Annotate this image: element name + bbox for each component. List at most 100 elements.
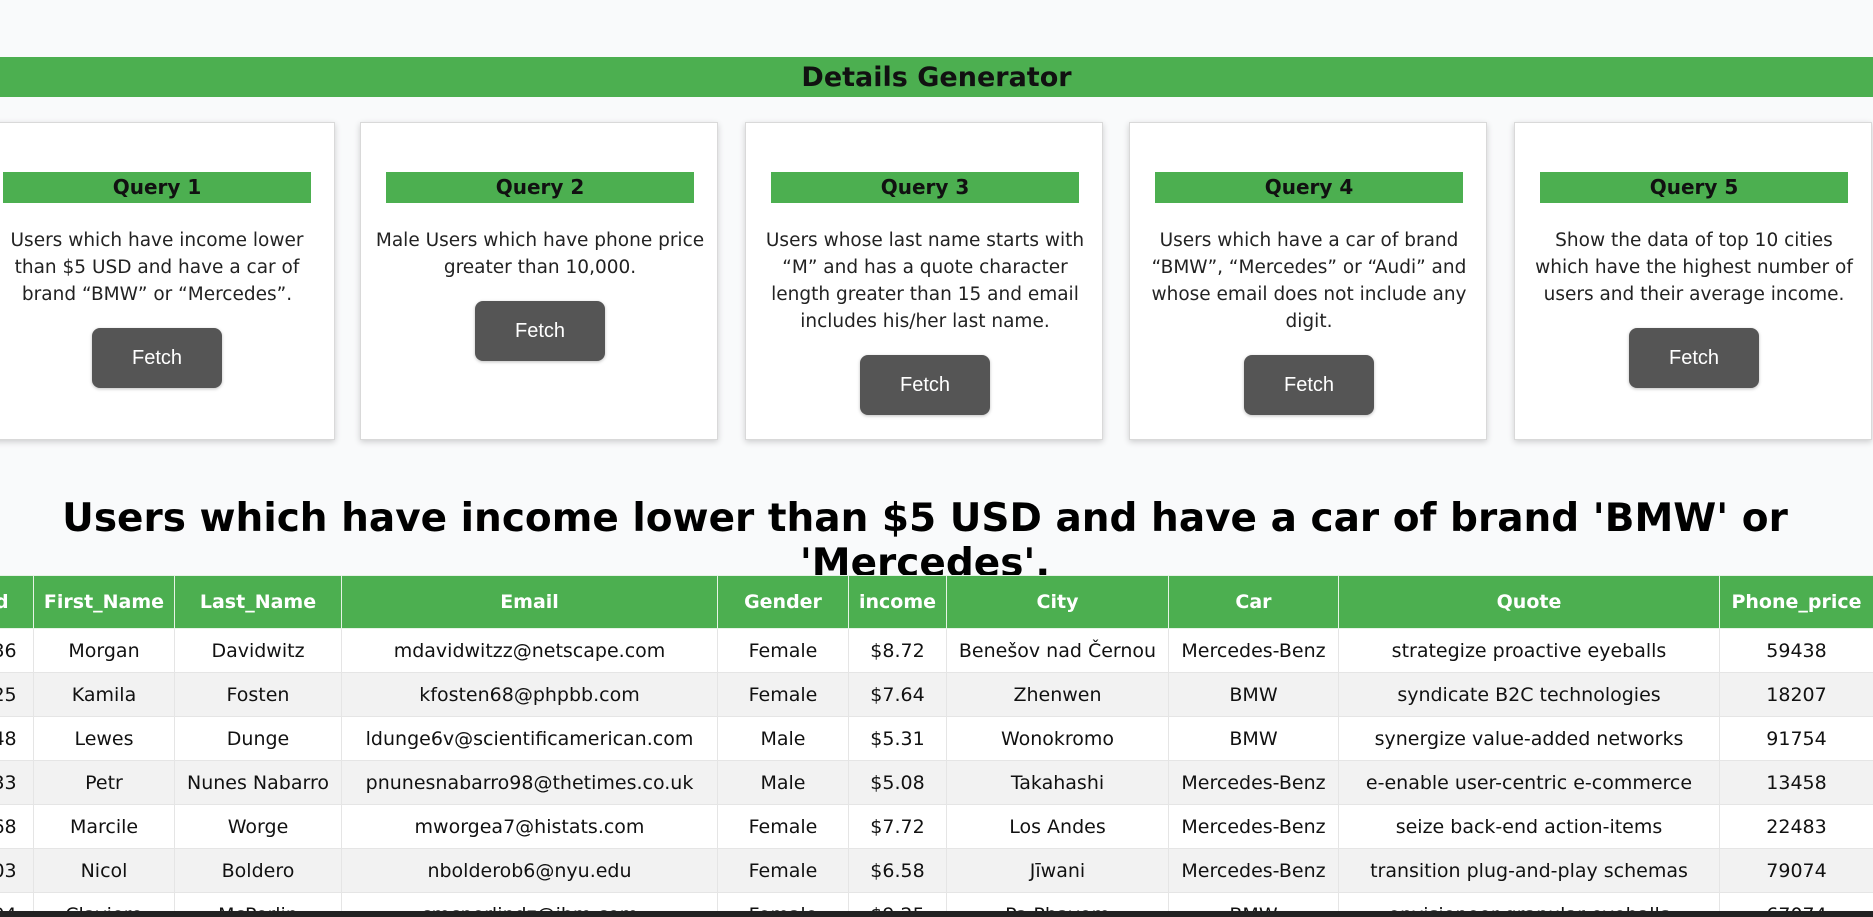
header-bar: Details Generator xyxy=(0,57,1873,97)
results-table-container[interactable]: id First_Name Last_Name Email Gender inc… xyxy=(0,575,1873,911)
cell-gender: Female xyxy=(717,672,849,717)
cell-email: pnunesnabarro98@thetimes.co.uk xyxy=(341,760,718,805)
query-title: Query 4 xyxy=(1155,172,1463,203)
column-header: Quote xyxy=(1338,575,1720,629)
cell-quote: transition plug-and-play schemas xyxy=(1338,848,1720,893)
cell-city: Benešov nad Černou xyxy=(946,628,1169,673)
table-row: 225KamilaFostenkfosten68@phpbb.comFemale… xyxy=(0,672,1873,717)
cell-last-name: McPerlin xyxy=(174,892,342,911)
cell-id: 225 xyxy=(0,672,34,717)
cell-phone-price: 79074 xyxy=(1719,848,1873,893)
cell-income: $7.72 xyxy=(848,804,947,849)
column-header: Car xyxy=(1168,575,1339,629)
column-header: Phone_price xyxy=(1719,575,1873,629)
fetch-button-query-2[interactable]: Fetch xyxy=(475,301,605,361)
cell-car: Mercedes-Benz xyxy=(1168,804,1339,849)
fetch-button-query-3[interactable]: Fetch xyxy=(860,355,990,415)
cell-income: $5.08 xyxy=(848,760,947,805)
cell-quote: syndicate B2C technologies xyxy=(1338,672,1720,717)
cell-first-name: Kamila xyxy=(33,672,175,717)
cell-income: $7.64 xyxy=(848,672,947,717)
column-header: income xyxy=(848,575,947,629)
fetch-button-query-5[interactable]: Fetch xyxy=(1629,328,1759,388)
query-card-3: Query 3 Users whose last name starts wit… xyxy=(745,122,1103,440)
table-row: 248LewesDungeldunge6v@scientificamerican… xyxy=(0,716,1873,761)
cell-gender: Female xyxy=(717,892,849,911)
cell-last-name: Fosten xyxy=(174,672,342,717)
cell-last-name: Dunge xyxy=(174,716,342,761)
page-title: Details Generator xyxy=(801,61,1072,93)
column-header: Last_Name xyxy=(174,575,342,629)
cell-email: mdavidwitzz@netscape.com xyxy=(341,628,718,673)
cell-first-name: Nicol xyxy=(33,848,175,893)
cell-city: Jīwani xyxy=(946,848,1169,893)
cell-car: BMW xyxy=(1168,672,1339,717)
column-header: City xyxy=(946,575,1169,629)
query-card-5: Query 5 Show the data of top 10 cities w… xyxy=(1514,122,1872,440)
column-header: Gender xyxy=(717,575,849,629)
cell-income: $6.58 xyxy=(848,848,947,893)
query-description: Male Users which have phone price greate… xyxy=(375,230,705,278)
cell-quote: strategize proactive eyeballs xyxy=(1338,628,1720,673)
cell-car: Mercedes-Benz xyxy=(1168,628,1339,673)
bottom-edge xyxy=(0,911,1873,917)
cell-id: 333 xyxy=(0,760,34,805)
cell-income: $8.72 xyxy=(848,628,947,673)
cell-gender: Female xyxy=(717,804,849,849)
cell-car: BMW xyxy=(1168,716,1339,761)
cell-first-name: Petr xyxy=(33,760,175,805)
cell-email: mworgea7@histats.com xyxy=(341,804,718,849)
query-description: Show the data of top 10 cities which hav… xyxy=(1535,230,1853,305)
cell-email: ldunge6v@scientificamerican.com xyxy=(341,716,718,761)
cell-phone-price: 67074 xyxy=(1719,892,1873,911)
fetch-button-query-1[interactable]: Fetch xyxy=(92,328,222,388)
table-row: 333PetrNunes Nabarropnunesnabarro98@thet… xyxy=(0,760,1873,805)
cell-income: $9.25 xyxy=(848,892,947,911)
cell-phone-price: 59438 xyxy=(1719,628,1873,673)
cell-phone-price: 22483 xyxy=(1719,804,1873,849)
table-header-row: id First_Name Last_Name Email Gender inc… xyxy=(0,575,1873,629)
cell-city: Takahashi xyxy=(946,760,1169,805)
cell-city: Los Andes xyxy=(946,804,1169,849)
cell-income: $5.31 xyxy=(848,716,947,761)
cell-gender: Male xyxy=(717,716,849,761)
cell-car: Mercedes-Benz xyxy=(1168,760,1339,805)
result-title: Users which have income lower than $5 US… xyxy=(62,496,1788,586)
query-description: Users whose last name starts with “M” an… xyxy=(765,230,1085,332)
column-header: Email xyxy=(341,575,718,629)
fetch-button-query-4[interactable]: Fetch xyxy=(1244,355,1374,415)
page: Details Generator Query 1 Users which ha… xyxy=(0,0,1873,917)
cell-first-name: Morgan xyxy=(33,628,175,673)
cell-city: Wonokromo xyxy=(946,716,1169,761)
cell-id: 494 xyxy=(0,892,34,911)
column-header: First_Name xyxy=(33,575,175,629)
cell-car: BMW xyxy=(1168,892,1339,911)
cell-id: 248 xyxy=(0,716,34,761)
cell-phone-price: 18207 xyxy=(1719,672,1873,717)
cell-car: Mercedes-Benz xyxy=(1168,848,1339,893)
cell-email: nbolderob6@nyu.edu xyxy=(341,848,718,893)
table-row: 368MarcileWorgemworgea7@histats.comFemal… xyxy=(0,804,1873,849)
query-description: Users which have a car of brand “BMW”, “… xyxy=(1151,230,1467,332)
cell-last-name: Nunes Nabarro xyxy=(174,760,342,805)
cell-quote: envisioneer granular eyeballs xyxy=(1338,892,1720,911)
cell-quote: synergize value-added networks xyxy=(1338,716,1720,761)
query-title: Query 3 xyxy=(771,172,1079,203)
cell-phone-price: 13458 xyxy=(1719,760,1873,805)
cell-gender: Female xyxy=(717,628,849,673)
cell-city: Pa Phayom xyxy=(946,892,1169,911)
cell-last-name: Worge xyxy=(174,804,342,849)
cell-gender: Female xyxy=(717,848,849,893)
cell-phone-price: 91754 xyxy=(1719,716,1873,761)
results-table: id First_Name Last_Name Email Gender inc… xyxy=(0,575,1873,911)
query-card-2: Query 2 Male Users which have phone pric… xyxy=(360,122,718,440)
query-title: Query 5 xyxy=(1540,172,1848,203)
cell-gender: Male xyxy=(717,760,849,805)
cell-first-name: Lewes xyxy=(33,716,175,761)
cell-first-name: Marcile xyxy=(33,804,175,849)
cell-email: cmcperlindz@ibm.com xyxy=(341,892,718,911)
query-card-1: Query 1 Users which have income lower th… xyxy=(0,122,335,440)
cell-quote: e-enable user-centric e-commerce xyxy=(1338,760,1720,805)
query-title: Query 1 xyxy=(3,172,311,203)
table-row: 494ClaviereMcPerlincmcperlindz@ibm.comFe… xyxy=(0,892,1873,911)
